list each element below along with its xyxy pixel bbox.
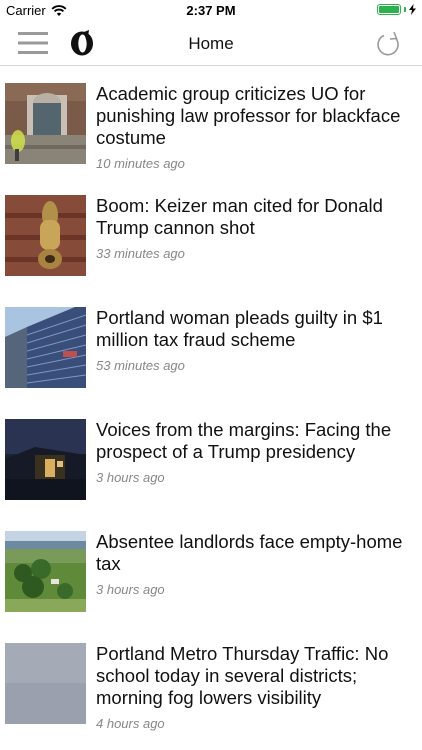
article-headline[interactable]: Portland Metro Thursday Traffic: No scho… [96, 643, 416, 735]
article-timestamp: 3 hours ago [96, 582, 165, 597]
headline-text: Voices from the margins: Facing the pros… [96, 419, 392, 462]
headline-text: Academic group criticizes UO for punishi… [96, 83, 401, 148]
article-thumbnail[interactable] [5, 83, 86, 164]
article-headline[interactable]: Absentee landlords face empty-home tax 3… [96, 531, 416, 601]
article-timestamp: 10 minutes ago [96, 156, 185, 171]
article-timestamp: 3 hours ago [96, 470, 165, 485]
article-headline[interactable]: Portland woman pleads guilty in $1 milli… [96, 307, 416, 377]
article-item[interactable]: Absentee landlords face empty-home tax 3… [0, 514, 422, 626]
headline-text: Portland woman pleads guilty in $1 milli… [96, 307, 383, 350]
status-right [377, 4, 416, 15]
news-feed: Academic group criticizes UO for punishi… [0, 66, 422, 738]
article-timestamp: 4 hours ago [96, 716, 165, 731]
article-thumbnail[interactable] [5, 307, 86, 388]
article-thumbnail[interactable] [5, 531, 86, 612]
battery-cap [404, 7, 406, 12]
article-headline[interactable]: Voices from the margins: Facing the pros… [96, 419, 416, 489]
article-item[interactable]: Portland woman pleads guilty in $1 milli… [0, 290, 422, 402]
status-time: 2:37 PM [186, 3, 236, 18]
article-item[interactable]: Voices from the margins: Facing the pros… [0, 402, 422, 514]
headline-text: Portland Metro Thursday Traffic: No scho… [96, 643, 389, 708]
charging-bolt-icon [409, 4, 416, 15]
page-title: Home [188, 34, 234, 53]
battery-icon [377, 4, 401, 15]
article-timestamp: 33 minutes ago [96, 246, 185, 261]
article-headline[interactable]: Boom: Keizer man cited for Donald Trump … [96, 195, 416, 265]
headline-text: Absentee landlords face empty-home tax [96, 531, 403, 574]
article-item[interactable]: Portland Metro Thursday Traffic: No scho… [0, 626, 422, 738]
article-item[interactable]: Academic group criticizes UO for punishi… [0, 66, 422, 178]
article-thumbnail[interactable] [5, 195, 86, 276]
article-thumbnail[interactable] [5, 643, 86, 724]
status-bar: Carrier 2:37 PM [0, 0, 422, 22]
headline-text: Boom: Keizer man cited for Donald Trump … [96, 195, 383, 238]
article-headline[interactable]: Academic group criticizes UO for punishi… [96, 83, 416, 175]
refresh-icon[interactable] [376, 30, 402, 58]
article-thumbnail[interactable] [5, 419, 86, 500]
nav-bar: Home [0, 22, 422, 66]
article-item[interactable]: Boom: Keizer man cited for Donald Trump … [0, 178, 422, 290]
article-timestamp: 53 minutes ago [96, 358, 185, 373]
